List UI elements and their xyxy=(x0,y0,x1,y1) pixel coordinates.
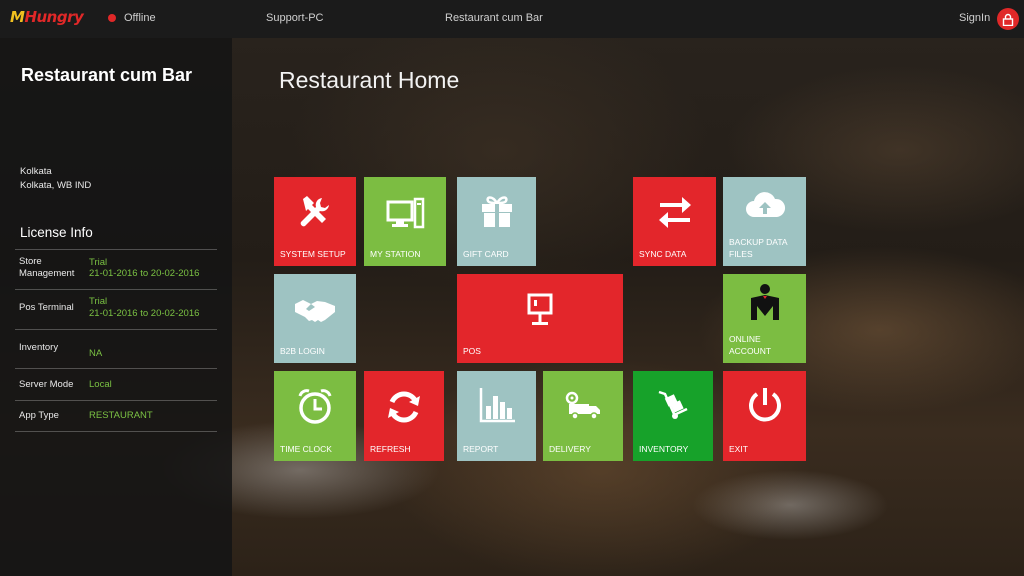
divider xyxy=(15,400,217,401)
pos-tile[interactable]: POS xyxy=(457,274,623,363)
tile-label: ONLINE ACCOUNT xyxy=(729,334,772,356)
sync-data-tile[interactable]: SYNC DATA xyxy=(633,177,716,266)
power-icon xyxy=(748,388,781,422)
organization-name: Restaurant cum Bar xyxy=(21,65,193,85)
sync-arrows-icon xyxy=(658,197,691,228)
tile-label: GIFT CARD xyxy=(463,249,509,259)
license-row-app-type: App Type RESTAURANT xyxy=(19,404,219,430)
license-status: Trial xyxy=(89,296,108,307)
address-region: Kolkata, WB IND xyxy=(20,180,92,191)
cloud-upload-icon xyxy=(745,192,785,217)
divider xyxy=(15,368,217,369)
backup-data-files-tile[interactable]: BACKUP DATA FILES xyxy=(723,177,806,266)
sidebar: Restaurant cum Bar Kolkata Kolkata, WB I… xyxy=(0,38,232,576)
inventory-tile[interactable]: INVENTORY xyxy=(633,371,713,461)
page-title: Restaurant Home xyxy=(279,67,460,93)
tile-label: B2B LOGIN xyxy=(280,346,325,356)
license-period: NA xyxy=(89,348,103,359)
system-setup-tile[interactable]: SYSTEM SETUP xyxy=(274,177,356,266)
lock-icon xyxy=(1002,13,1014,26)
divider xyxy=(15,249,217,250)
license-period: RESTAURANT xyxy=(89,410,153,421)
host-name: Support-PC xyxy=(266,12,324,24)
license-label: Server Mode xyxy=(19,379,74,390)
b2b-login-tile[interactable]: B2B LOGIN xyxy=(274,274,356,363)
handshake-icon xyxy=(295,300,335,322)
tile-label: SYSTEM SETUP xyxy=(280,249,346,259)
divider xyxy=(15,329,217,330)
report-tile[interactable]: REPORT xyxy=(457,371,536,461)
time-clock-tile[interactable]: TIME CLOCK xyxy=(274,371,356,461)
tile-label: REPORT xyxy=(463,444,499,454)
license-row-pos-terminal: Pos Terminal Trial 21-01-2016 to 20-02-2… xyxy=(19,295,219,329)
delivery-truck-icon xyxy=(565,391,600,420)
divider xyxy=(15,431,217,432)
waiter-icon xyxy=(750,284,779,320)
offline-status-dot xyxy=(108,14,116,22)
exit-tile[interactable]: EXIT xyxy=(723,371,806,461)
bar-chart-icon xyxy=(479,388,515,423)
refresh-tile[interactable]: REFRESH xyxy=(364,371,444,461)
tile-label: POS xyxy=(463,346,481,356)
my-station-tile[interactable]: MY STATION xyxy=(364,177,446,266)
license-row-server-mode: Server Mode Local xyxy=(19,373,219,399)
gift-card-tile[interactable]: GIFT CARD xyxy=(457,177,536,266)
tile-label: DELIVERY xyxy=(549,444,591,454)
top-bar: MHungry Offline Support-PC Restaurant cu… xyxy=(0,0,1024,38)
online-account-tile[interactable]: ONLINE ACCOUNT xyxy=(723,274,806,363)
delivery-tile[interactable]: DELIVERY xyxy=(543,371,623,461)
license-period: Local xyxy=(89,379,112,390)
app-logo: MHungry xyxy=(10,8,84,26)
outlet-name: Restaurant cum Bar xyxy=(445,12,543,24)
tile-label: TIME CLOCK xyxy=(280,444,332,454)
tile-label: INVENTORY xyxy=(639,444,689,454)
address-city: Kolkata xyxy=(20,166,52,177)
alarm-clock-icon xyxy=(298,389,332,424)
connection-status: Offline xyxy=(124,12,156,24)
gift-icon xyxy=(481,196,512,227)
license-label: Pos Terminal xyxy=(19,302,74,313)
license-row-store-management: Store Management Trial 21-01-2016 to 20-0… xyxy=(19,255,219,289)
license-row-inventory: Inventory NA xyxy=(19,336,219,366)
lock-button[interactable] xyxy=(997,8,1019,30)
license-period: 21-01-2016 to 20-02-2016 xyxy=(89,268,200,279)
desktop-computer-icon xyxy=(386,197,425,229)
refresh-icon xyxy=(388,391,420,423)
hand-truck-icon xyxy=(658,390,688,419)
divider xyxy=(15,289,217,290)
tile-label: BACKUP DATA FILES xyxy=(729,237,788,259)
tile-label: MY STATION xyxy=(370,249,421,259)
license-label: Store Management xyxy=(19,256,75,279)
signin-link[interactable]: SignIn xyxy=(959,12,990,24)
license-period: 21-01-2016 to 20-02-2016 xyxy=(89,308,200,319)
license-info-heading: License Info xyxy=(20,225,93,240)
tile-label: SYNC DATA xyxy=(639,249,687,259)
license-label: App Type xyxy=(19,410,59,421)
license-label: Inventory xyxy=(19,342,59,353)
pos-terminal-icon xyxy=(527,293,553,325)
tile-label: EXIT xyxy=(729,444,748,454)
tile-label: REFRESH xyxy=(370,444,411,454)
tools-icon xyxy=(300,196,329,227)
